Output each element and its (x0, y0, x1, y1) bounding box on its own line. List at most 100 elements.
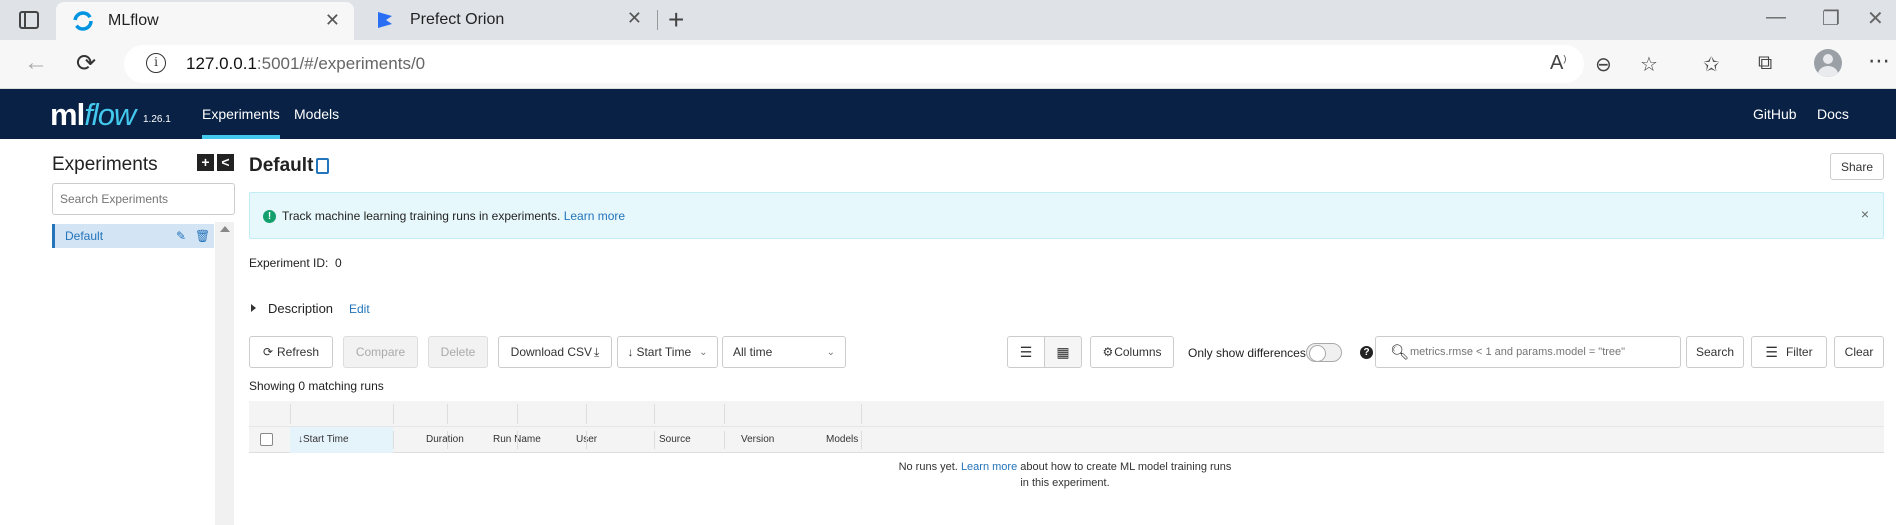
run-search-input[interactable] (1410, 341, 1670, 363)
banner-text: Track machine learning training runs in … (282, 209, 626, 223)
profile-avatar[interactable] (1814, 49, 1842, 77)
column-divider (290, 404, 291, 424)
grid-group-header (249, 401, 1884, 427)
tab-title: Prefect Orion (410, 11, 505, 28)
help-icon[interactable]: ? (1360, 346, 1373, 359)
sort-select[interactable]: ↓ Start Time ⌄ (617, 336, 718, 368)
reload-icon[interactable]: ⟳ (76, 49, 96, 78)
read-aloud-icon[interactable]: A) (1550, 52, 1566, 75)
clear-button[interactable]: Clear (1834, 336, 1884, 368)
column-divider (447, 404, 448, 424)
list-view-button[interactable]: ☰ (1007, 336, 1045, 368)
nav-models[interactable]: Models (294, 89, 339, 139)
address-bar[interactable]: i 127.0.0.1:5001/#/experiments/0 (124, 45, 1584, 83)
share-button[interactable]: Share (1830, 153, 1884, 180)
tab-divider (657, 10, 658, 30)
column-models[interactable]: Models (826, 427, 858, 453)
filter-icon: ☰ (1765, 343, 1778, 360)
list-icon: ☰ (1019, 343, 1033, 360)
column-start-time[interactable]: ↓Start Time (290, 427, 393, 453)
browser-tab-prefect[interactable]: Prefect Orion ✕ (358, 0, 656, 40)
search-icon: 🔍︎ (1390, 344, 1410, 361)
search-button[interactable]: Search (1686, 336, 1744, 368)
column-divider (724, 404, 725, 424)
run-search-box[interactable]: 🔍︎ (1375, 336, 1681, 368)
column-divider (861, 431, 862, 449)
download-icon: ⤓ (594, 344, 600, 359)
mlflow-header: mlflow 1.26.1 Experiments Models GitHub … (0, 89, 1896, 139)
back-icon[interactable]: ← (24, 49, 48, 77)
description-label[interactable]: Description (268, 301, 333, 316)
github-link[interactable]: GitHub (1753, 89, 1797, 139)
column-divider (517, 431, 518, 449)
collections-icon[interactable]: ⧉ (1758, 52, 1772, 75)
restore-icon[interactable]: ❐ (1822, 6, 1840, 31)
url-text[interactable]: 127.0.0.1:5001/#/experiments/0 (186, 54, 425, 74)
sidebar-item-default[interactable]: Default ✎ 🗑 (52, 224, 214, 248)
new-tab-icon[interactable]: + (668, 4, 684, 36)
no-runs-learn-more-link[interactable]: Learn more (961, 461, 1017, 473)
browser-tab-mlflow[interactable]: MLflow ✕ (56, 2, 354, 40)
column-source[interactable]: Source (659, 427, 691, 453)
minimize-icon[interactable]: — (1766, 6, 1786, 29)
column-divider (393, 431, 394, 449)
docs-link[interactable]: Docs (1817, 89, 1849, 139)
browser-tab-strip: MLflow ✕ Prefect Orion ✕ + — ❐ ✕ (0, 0, 1896, 40)
column-version[interactable]: Version (741, 427, 774, 453)
delete-button[interactable]: Delete (428, 336, 488, 368)
download-csv-button[interactable]: Download CSV ⤓ (498, 336, 612, 368)
close-tab-icon[interactable]: ✕ (325, 10, 340, 31)
close-banner-icon[interactable]: × (1861, 206, 1869, 222)
grid-icon: ▦ (1056, 343, 1070, 360)
compare-button[interactable]: Compare (343, 336, 418, 368)
add-favorite-icon[interactable]: ☆ (1640, 52, 1658, 77)
columns-button[interactable]: ⚙ Columns (1090, 336, 1174, 368)
column-divider (654, 404, 655, 424)
column-divider (447, 431, 448, 449)
mlflow-logo[interactable]: mlflow (50, 97, 136, 133)
sidebar-item-label: Default (65, 229, 104, 243)
filter-button[interactable]: ☰ Filter (1751, 336, 1827, 368)
close-window-icon[interactable]: ✕ (1867, 6, 1884, 31)
more-options-icon[interactable]: ⋯ (1868, 48, 1890, 74)
tab-title: MLflow (108, 12, 159, 29)
column-divider (724, 431, 725, 449)
column-duration[interactable]: Duration (426, 427, 464, 453)
refresh-button[interactable]: ⟳ Refresh (249, 336, 333, 368)
info-banner: ! Track machine learning training runs i… (249, 192, 1884, 239)
grid-view-button[interactable]: ▦ (1044, 336, 1082, 368)
nav-experiments[interactable]: Experiments (202, 89, 280, 139)
tab-actions-icon[interactable] (19, 11, 39, 29)
page-title: Default (249, 155, 314, 176)
learn-more-link[interactable]: Learn more (564, 209, 625, 223)
sidebar-scrollbar[interactable] (215, 222, 234, 525)
copy-icon[interactable] (316, 158, 329, 174)
favorites-icon[interactable]: ✩ (1703, 52, 1720, 77)
gear-icon: ⚙ (1102, 345, 1114, 359)
site-info-icon[interactable]: i (146, 53, 166, 73)
matching-runs-count: Showing 0 matching runs (249, 379, 384, 393)
only-differences-toggle[interactable] (1306, 343, 1342, 362)
column-divider (586, 404, 587, 424)
collapse-sidebar-button[interactable]: < (217, 154, 234, 171)
edit-description-link[interactable]: Edit (349, 302, 370, 316)
close-tab-icon[interactable]: ✕ (627, 8, 642, 29)
zoom-out-icon[interactable]: ⊖ (1595, 52, 1612, 77)
chevron-down-icon: ⌄ (699, 346, 708, 358)
trash-icon[interactable]: 🗑 (195, 224, 210, 248)
scroll-up-icon[interactable] (220, 226, 230, 232)
column-divider (393, 404, 394, 424)
expand-description-icon[interactable] (251, 304, 256, 312)
add-experiment-button[interactable]: + (197, 154, 214, 171)
no-runs-message: No runs yet. Learn more about how to cre… (898, 461, 1232, 489)
column-divider (654, 431, 655, 449)
edit-icon[interactable]: ✎ (176, 224, 186, 248)
time-range-select[interactable]: All time ⌄ (722, 336, 846, 368)
grid-header-row: ↓Start Time Duration Run Name User Sourc… (249, 427, 1884, 453)
browser-toolbar: ← ⟳ i 127.0.0.1:5001/#/experiments/0 A) … (0, 40, 1896, 89)
column-divider (586, 431, 587, 449)
select-all-checkbox[interactable] (260, 433, 273, 446)
column-divider (517, 404, 518, 424)
only-differences-label: Only show differences (1188, 346, 1306, 360)
search-experiments-input[interactable] (52, 183, 235, 215)
